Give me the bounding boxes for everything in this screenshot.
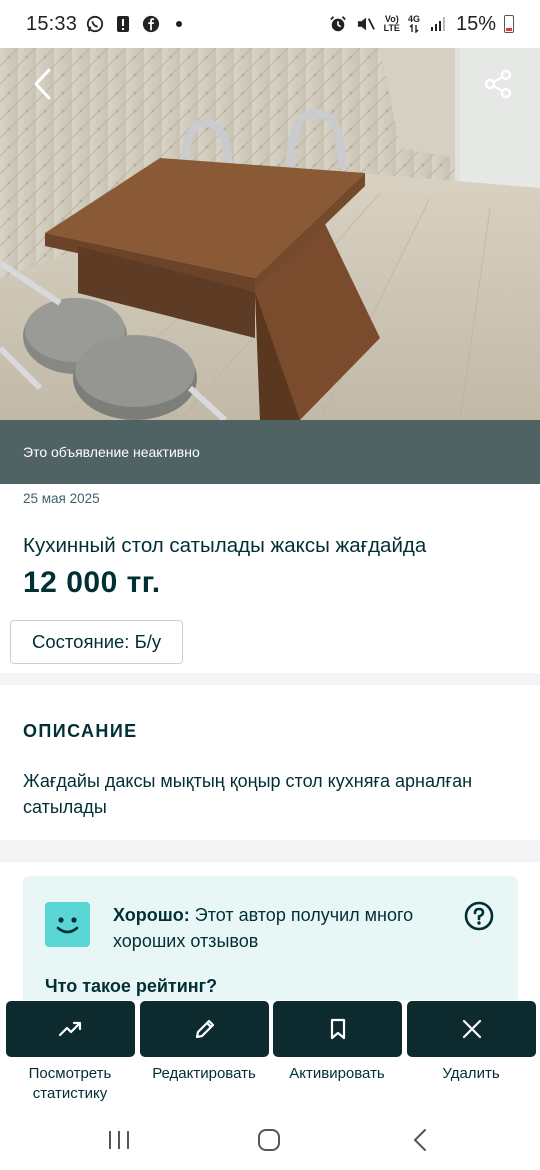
rating-label: Хорошо: — [113, 905, 190, 925]
battery-level: 15% — [455, 12, 496, 35]
listing-price: 12 000 тг. — [23, 566, 161, 599]
alarm-icon — [328, 14, 348, 34]
description-text: Жағдайы даксы мықтың қоңыр стол кухняға … — [23, 771, 473, 817]
data-arrows-icon — [409, 24, 419, 33]
condition-label: Состояние: Б/у — [32, 631, 162, 652]
status-time: 15:33 — [26, 12, 78, 35]
mute-icon — [356, 14, 376, 34]
listing-photo[interactable] — [0, 48, 540, 420]
network-label: Vo) LTE — [383, 14, 400, 33]
home-icon — [258, 1129, 280, 1151]
recent-apps-button[interactable] — [99, 1122, 139, 1158]
data-indicator: 4G — [408, 15, 420, 33]
chart-trend-icon — [58, 1021, 81, 1037]
pencil-icon — [195, 1019, 214, 1039]
close-icon — [462, 1019, 481, 1039]
posted-date: 25 мая 2025 — [23, 491, 100, 506]
status-bar: 15:33 Vo) LTE 4G 15% — [0, 0, 540, 48]
back-icon — [413, 1129, 426, 1151]
listing-title: Кухинный стол сатылады жаксы жағдайда — [23, 534, 427, 557]
system-back-button[interactable] — [400, 1122, 440, 1158]
recent-apps-icon — [109, 1131, 129, 1149]
whatsapp-icon — [85, 14, 105, 34]
condition-tag: Состояние: Б/у — [10, 620, 184, 664]
delete-label[interactable]: Удалить — [404, 1064, 538, 1084]
system-nav-bar — [0, 1110, 540, 1170]
rating-info-link[interactable]: Что такое рейтинг? — [45, 976, 217, 997]
dot-icon — [169, 14, 189, 34]
edit-button[interactable] — [140, 1001, 269, 1057]
edit-label[interactable]: Редактировать — [137, 1064, 271, 1084]
share-icon — [484, 69, 512, 99]
back-button[interactable] — [22, 62, 62, 106]
statistics-label[interactable]: Посмотреть статистику — [3, 1064, 137, 1104]
battery-icon — [504, 15, 514, 33]
share-button[interactable] — [478, 62, 518, 106]
inactive-banner: Это объявление неактивно — [0, 420, 540, 484]
alert-icon — [113, 14, 133, 34]
section-divider — [0, 673, 540, 685]
bookmark-icon — [330, 1018, 345, 1040]
description-heading: ОПИСАНИЕ — [23, 721, 138, 741]
signal-icon — [428, 14, 448, 34]
statistics-button[interactable] — [6, 1001, 135, 1057]
action-bar: Посмотреть статистику Редактировать Акти… — [0, 1000, 540, 1110]
activate-label[interactable]: Активировать — [270, 1064, 404, 1084]
help-icon[interactable] — [464, 901, 494, 931]
home-button[interactable] — [249, 1122, 289, 1158]
activate-button[interactable] — [273, 1001, 402, 1057]
facebook-icon — [141, 14, 161, 34]
rating-card: Хорошо: Этот автор получил много хороших… — [23, 876, 518, 1006]
rating-description: Хорошо: Этот автор получил много хороших… — [113, 902, 433, 954]
section-divider — [0, 840, 540, 862]
chevron-left-icon — [34, 68, 51, 100]
inactive-notice: Это объявление неактивно — [23, 444, 200, 460]
smiley-icon — [45, 902, 90, 947]
delete-button[interactable] — [407, 1001, 536, 1057]
